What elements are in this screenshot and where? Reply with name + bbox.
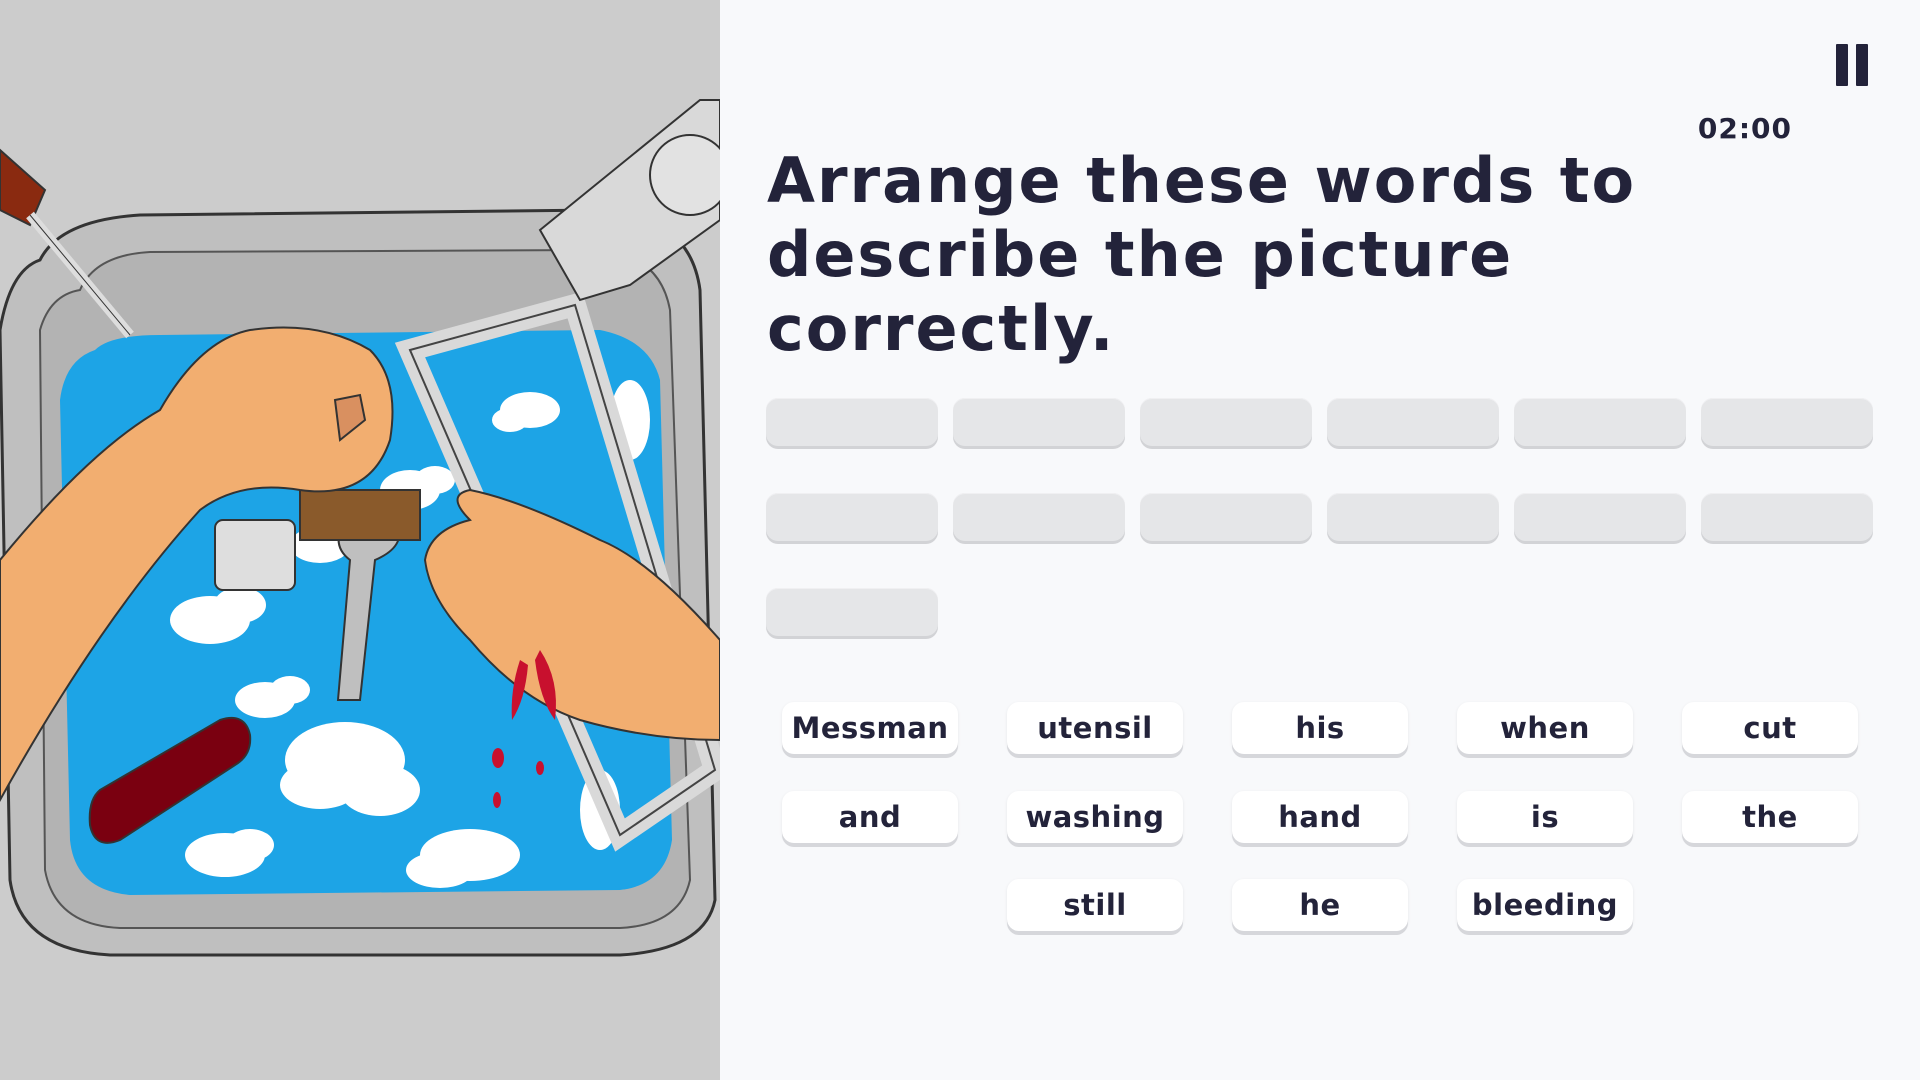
word-tile[interactable]: Messman [782, 702, 958, 754]
answer-slot[interactable] [766, 493, 938, 541]
answer-slot[interactable] [1701, 398, 1873, 446]
countdown-timer: 02:00 [1697, 112, 1792, 145]
answer-slot[interactable] [1514, 398, 1686, 446]
word-tile[interactable]: utensil [1007, 702, 1183, 754]
pause-button[interactable] [1834, 44, 1870, 86]
word-tile[interactable]: is [1457, 791, 1633, 843]
answer-slot[interactable] [766, 588, 938, 636]
answer-slot[interactable] [953, 493, 1125, 541]
answer-slot[interactable] [1327, 493, 1499, 541]
answer-slot[interactable] [1140, 398, 1312, 446]
game-screen: 02:00 Arrange these words to describe th… [0, 0, 1920, 1080]
scene-illustration [0, 0, 720, 1080]
pause-icon-bar [1856, 44, 1868, 86]
answer-slot[interactable] [1701, 493, 1873, 541]
answer-slot[interactable] [1140, 493, 1312, 541]
answer-slot[interactable] [766, 398, 938, 446]
instruction-text: Arrange these words to describe the pict… [767, 144, 1637, 365]
answer-slot[interactable] [1327, 398, 1499, 446]
word-tile[interactable]: and [782, 791, 958, 843]
word-tile[interactable]: when [1457, 702, 1633, 754]
answer-slot[interactable] [1514, 493, 1686, 541]
word-tile[interactable]: cut [1682, 702, 1858, 754]
answer-slot[interactable] [953, 398, 1125, 446]
sink-scene-image [0, 0, 720, 1080]
word-tile[interactable]: still [1007, 879, 1183, 931]
word-tile[interactable]: he [1232, 879, 1408, 931]
pause-icon [1836, 44, 1848, 86]
word-tile[interactable]: bleeding [1457, 879, 1633, 931]
word-tile[interactable]: washing [1007, 791, 1183, 843]
word-tile[interactable]: his [1232, 702, 1408, 754]
word-tile[interactable]: hand [1232, 791, 1408, 843]
word-tile[interactable]: the [1682, 791, 1858, 843]
